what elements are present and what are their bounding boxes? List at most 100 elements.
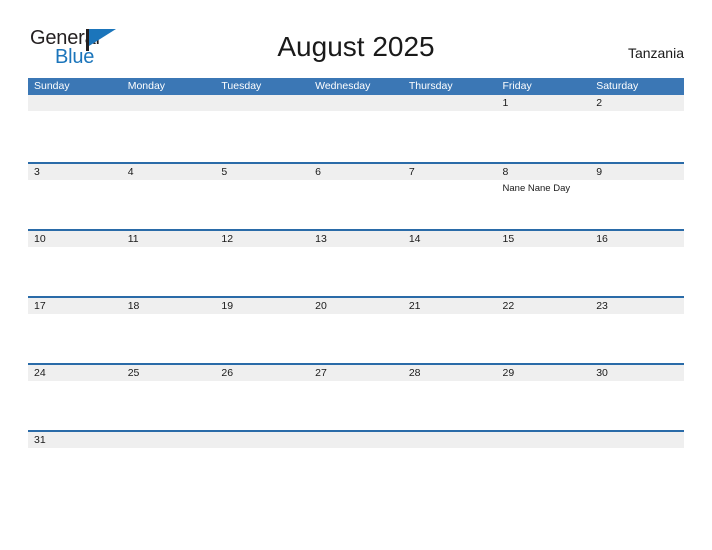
day-number[interactable]: 28 bbox=[403, 365, 497, 381]
day-number[interactable]: 6 bbox=[309, 164, 403, 180]
day-number[interactable]: 20 bbox=[309, 298, 403, 314]
weekday-header-wednesday: Wednesday bbox=[315, 80, 371, 92]
week-row: 3 4 5 6 7 8 9 Nane Nane Day bbox=[28, 162, 684, 231]
day-cell[interactable] bbox=[496, 111, 591, 162]
day-number[interactable]: 17 bbox=[28, 298, 122, 314]
day-cell[interactable] bbox=[309, 381, 403, 432]
day-cell[interactable] bbox=[309, 180, 403, 231]
weekday-header-monday: Monday bbox=[127, 80, 166, 92]
day-cell[interactable] bbox=[590, 111, 684, 162]
day-number[interactable]: 11 bbox=[122, 231, 216, 247]
day-cell[interactable] bbox=[402, 247, 497, 298]
day-event-band bbox=[28, 247, 684, 298]
day-cell[interactable] bbox=[215, 180, 310, 231]
week-row: 10 11 12 13 14 15 16 bbox=[28, 229, 684, 298]
day-number[interactable]: 22 bbox=[497, 298, 591, 314]
day-number[interactable]: 4 bbox=[122, 164, 216, 180]
day-cell[interactable] bbox=[309, 247, 403, 298]
day-event-band bbox=[28, 314, 684, 365]
day-number[interactable] bbox=[590, 432, 684, 448]
day-number[interactable]: 12 bbox=[215, 231, 309, 247]
day-number[interactable]: 1 bbox=[497, 95, 591, 111]
calendar-page: General Blue August 2025 Tanzania Sunday… bbox=[0, 0, 712, 550]
day-cell[interactable] bbox=[28, 180, 122, 231]
week-row: 24 25 26 27 28 29 30 bbox=[28, 363, 684, 432]
day-cell[interactable] bbox=[309, 314, 403, 365]
day-number[interactable]: 18 bbox=[122, 298, 216, 314]
day-number[interactable]: 21 bbox=[403, 298, 497, 314]
day-cell[interactable] bbox=[121, 381, 216, 432]
week-row: 31 bbox=[28, 430, 684, 450]
day-number-band: 31 bbox=[28, 432, 684, 448]
day-cell[interactable] bbox=[28, 381, 122, 432]
weekday-header-thursday: Thursday bbox=[408, 80, 453, 92]
day-cell[interactable] bbox=[402, 111, 497, 162]
day-number-band: 24 25 26 27 28 29 30 bbox=[28, 365, 684, 381]
day-number[interactable]: 15 bbox=[497, 231, 591, 247]
day-cell[interactable] bbox=[215, 381, 310, 432]
day-number[interactable]: 23 bbox=[590, 298, 684, 314]
day-cell[interactable]: Nane Nane Day bbox=[496, 180, 591, 231]
day-cell[interactable] bbox=[496, 381, 591, 432]
day-cell[interactable] bbox=[496, 314, 591, 365]
day-number[interactable] bbox=[403, 432, 497, 448]
day-cell[interactable] bbox=[215, 314, 310, 365]
day-number[interactable]: 27 bbox=[309, 365, 403, 381]
day-number[interactable]: 7 bbox=[403, 164, 497, 180]
day-number[interactable] bbox=[309, 432, 403, 448]
day-number[interactable] bbox=[122, 432, 216, 448]
day-number[interactable]: 5 bbox=[215, 164, 309, 180]
day-cell[interactable] bbox=[590, 180, 684, 231]
day-cell[interactable] bbox=[121, 247, 216, 298]
day-number[interactable] bbox=[497, 432, 591, 448]
day-cell[interactable] bbox=[121, 180, 216, 231]
day-cell[interactable] bbox=[402, 314, 497, 365]
day-cell[interactable] bbox=[496, 247, 591, 298]
day-number[interactable] bbox=[122, 95, 216, 111]
day-cell[interactable] bbox=[590, 314, 684, 365]
day-number[interactable]: 31 bbox=[28, 432, 122, 448]
day-cell[interactable] bbox=[121, 111, 216, 162]
week-row: 1 2 bbox=[28, 95, 684, 162]
day-cell[interactable] bbox=[590, 381, 684, 432]
day-number[interactable]: 14 bbox=[403, 231, 497, 247]
day-number[interactable]: 19 bbox=[215, 298, 309, 314]
day-number[interactable]: 13 bbox=[309, 231, 403, 247]
day-number[interactable]: 29 bbox=[497, 365, 591, 381]
day-number[interactable]: 25 bbox=[122, 365, 216, 381]
day-number[interactable]: 3 bbox=[28, 164, 122, 180]
day-cell[interactable] bbox=[28, 247, 122, 298]
weekday-header-row: Sunday Monday Tuesday Wednesday Thursday… bbox=[28, 78, 684, 95]
day-number[interactable]: 24 bbox=[28, 365, 122, 381]
day-number[interactable]: 16 bbox=[590, 231, 684, 247]
day-cell[interactable] bbox=[309, 111, 403, 162]
day-event-band bbox=[28, 381, 684, 432]
day-cell[interactable] bbox=[402, 180, 497, 231]
day-number[interactable]: 26 bbox=[215, 365, 309, 381]
day-number[interactable]: 10 bbox=[28, 231, 122, 247]
day-number[interactable] bbox=[215, 432, 309, 448]
day-cell[interactable] bbox=[121, 314, 216, 365]
day-number[interactable] bbox=[28, 95, 122, 111]
day-number[interactable] bbox=[309, 95, 403, 111]
day-number[interactable] bbox=[215, 95, 309, 111]
day-number-band: 3 4 5 6 7 8 9 bbox=[28, 164, 684, 180]
weekday-header-saturday: Saturday bbox=[596, 80, 639, 92]
day-number[interactable]: 8 bbox=[497, 164, 591, 180]
day-number[interactable]: 30 bbox=[590, 365, 684, 381]
day-number[interactable] bbox=[403, 95, 497, 111]
day-cell[interactable] bbox=[215, 111, 310, 162]
day-number[interactable]: 9 bbox=[590, 164, 684, 180]
day-event-band bbox=[28, 111, 684, 162]
day-cell[interactable] bbox=[28, 111, 122, 162]
day-cell[interactable] bbox=[28, 314, 122, 365]
weekday-header-friday: Friday bbox=[502, 80, 532, 92]
day-number[interactable]: 2 bbox=[590, 95, 684, 111]
day-cell[interactable] bbox=[590, 247, 684, 298]
page-title: August 2025 bbox=[277, 31, 435, 62]
day-cell[interactable] bbox=[402, 381, 497, 432]
calendar-grid: Sunday Monday Tuesday Wednesday Thursday… bbox=[28, 78, 684, 450]
country-label: Tanzania bbox=[627, 45, 684, 61]
day-cell[interactable] bbox=[215, 247, 310, 298]
page-header: General Blue August 2025 Tanzania bbox=[0, 0, 712, 78]
